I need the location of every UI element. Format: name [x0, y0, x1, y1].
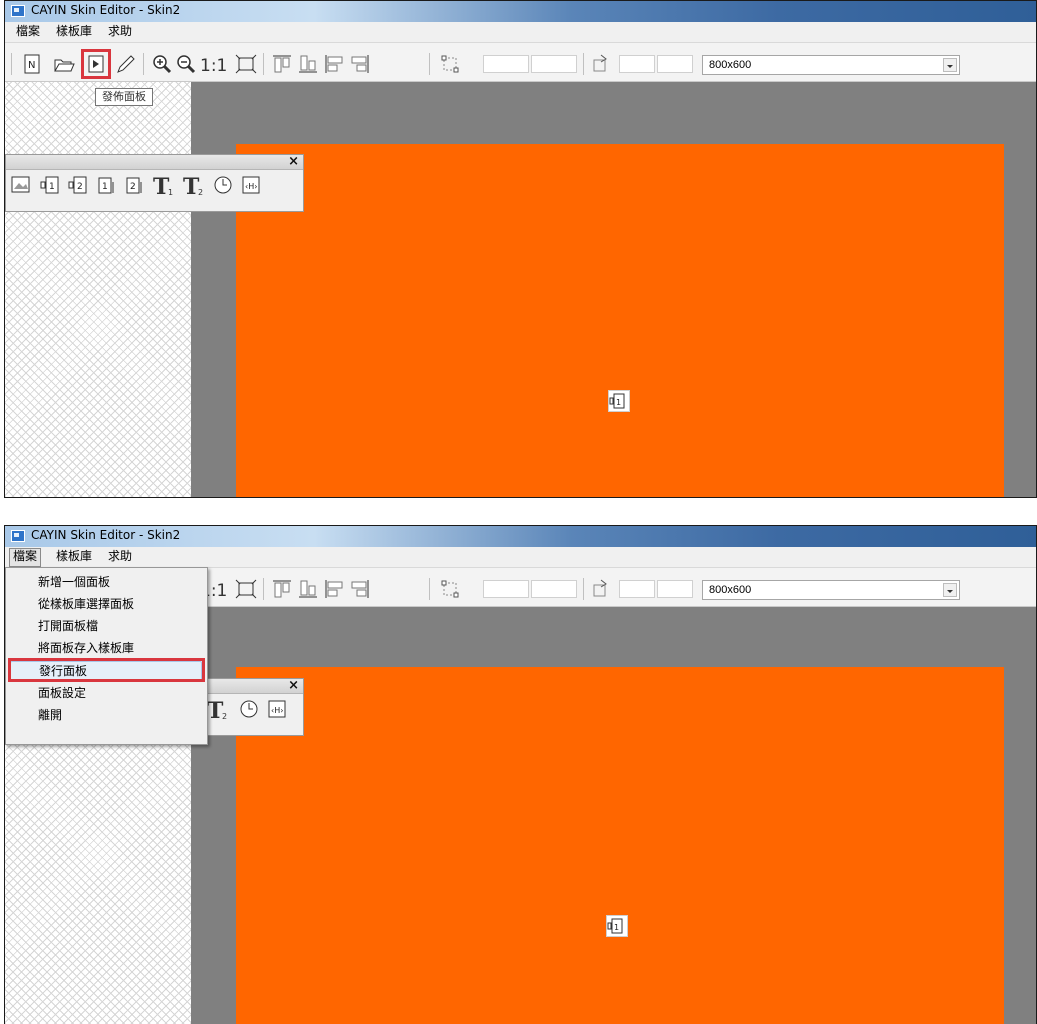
- element-palette: × 1 2 1 2 T1 T2 ‹H›: [5, 154, 304, 212]
- menu-file[interactable]: 檔案: [9, 548, 42, 567]
- file-menu-from-library[interactable]: 從樣板庫選擇面板: [38, 594, 134, 614]
- video2-icon[interactable]: 2: [68, 174, 90, 196]
- svg-text:2: 2: [198, 188, 203, 196]
- screenshot-file-menu: CAYIN Skin Editor - Skin2 檔案 樣板庫 求助 1:1: [4, 525, 1037, 1024]
- svg-text:N: N: [28, 60, 35, 71]
- text1-icon[interactable]: T1: [152, 174, 178, 200]
- svg-text:1: 1: [168, 188, 173, 196]
- actual-size-icon[interactable]: 1:1: [199, 53, 231, 75]
- zoom-out-icon[interactable]: [175, 53, 197, 75]
- svg-text:‹H›: ‹H›: [245, 182, 257, 191]
- clock-icon[interactable]: [238, 698, 260, 720]
- text2-icon[interactable]: T2: [206, 698, 232, 724]
- palette-icons: 1 2 1 2 T1 T2 ‹H›: [6, 170, 303, 211]
- align-top-icon[interactable]: [271, 578, 293, 600]
- skin-canvas[interactable]: [236, 144, 1004, 497]
- flash-icon[interactable]: ‹H›: [240, 174, 262, 196]
- skin-canvas[interactable]: [236, 667, 1004, 1024]
- screenshot-toolbar-publish: CAYIN Skin Editor - Skin2 檔案 樣板庫 求助 N 1:…: [4, 0, 1037, 498]
- resize-icon[interactable]: [439, 53, 461, 75]
- open-icon[interactable]: [53, 53, 75, 75]
- menu-bar: 檔案 樣板庫 求助: [5, 22, 1036, 43]
- title-bar: CAYIN Skin Editor - Skin2: [5, 1, 1036, 22]
- align-right-icon[interactable]: [349, 578, 371, 600]
- workspace: 1: [5, 82, 1036, 497]
- resize-icon[interactable]: [439, 578, 461, 600]
- fit-window-icon[interactable]: [235, 53, 257, 75]
- media-zone-video1-icon[interactable]: 1: [606, 915, 628, 937]
- palette-icons: T2 ‹H›: [196, 694, 303, 735]
- publish-tooltip: 發佈面板: [95, 88, 153, 106]
- menu-help[interactable]: 求助: [105, 548, 135, 565]
- zoom-in-icon[interactable]: [151, 53, 173, 75]
- align-left-icon[interactable]: [323, 53, 345, 75]
- align-right-icon[interactable]: [349, 53, 371, 75]
- svg-text:2: 2: [130, 182, 136, 192]
- resolution-select[interactable]: 800x600: [702, 55, 960, 75]
- file-menu-save-to-library[interactable]: 將面板存入樣板庫: [38, 638, 134, 658]
- svg-text:1: 1: [49, 182, 55, 192]
- text2-icon[interactable]: T2: [182, 174, 208, 200]
- rotate-icon[interactable]: [589, 578, 611, 600]
- file-menu-exit[interactable]: 離開: [38, 705, 62, 725]
- file-menu-settings[interactable]: 面板設定: [38, 683, 86, 703]
- media-zone-video1-icon[interactable]: 1: [608, 390, 630, 412]
- align-bottom-icon[interactable]: [297, 578, 319, 600]
- main-toolbar: N 1:1 800x600: [5, 43, 1036, 82]
- svg-text:1: 1: [616, 398, 621, 407]
- align-bottom-icon[interactable]: [297, 53, 319, 75]
- menu-library[interactable]: 樣板庫: [53, 548, 95, 565]
- file-menu-new[interactable]: 新增一個面板: [38, 572, 110, 592]
- flash-icon[interactable]: ‹H›: [266, 698, 288, 720]
- clock-icon[interactable]: [212, 174, 234, 196]
- publish-highlight: [81, 49, 111, 79]
- rotate-icon[interactable]: [589, 53, 611, 75]
- app-icon: [11, 530, 25, 542]
- resolution-select[interactable]: 800x600: [702, 580, 960, 600]
- chevron-down-icon[interactable]: [943, 583, 957, 597]
- video1-icon[interactable]: 1: [40, 174, 62, 196]
- palette-header: ×: [196, 679, 303, 694]
- svg-text:2: 2: [77, 182, 83, 192]
- fit-window-icon[interactable]: [235, 578, 257, 600]
- publish-menu-highlight: [8, 658, 205, 682]
- palette-close-icon[interactable]: ×: [288, 679, 299, 692]
- svg-text:‹H›: ‹H›: [271, 706, 283, 715]
- file-menu-dropdown: 新增一個面板 從樣板庫選擇面板 打開面板檔 將面板存入樣板庫 發行面板 面板設定…: [5, 567, 208, 745]
- menu-help[interactable]: 求助: [105, 23, 135, 40]
- file-menu-open[interactable]: 打開面板檔: [38, 616, 98, 636]
- workspace-margin: [5, 82, 191, 497]
- menu-file[interactable]: 檔案: [13, 23, 43, 40]
- app-icon: [11, 5, 25, 17]
- resolution-value: 800x600: [709, 584, 752, 596]
- svg-text:2: 2: [222, 712, 227, 720]
- menu-bar: 檔案 樣板庫 求助: [5, 547, 1036, 568]
- svg-text:1: 1: [102, 182, 108, 192]
- menu-library[interactable]: 樣板庫: [53, 23, 95, 40]
- media2-icon[interactable]: 2: [124, 174, 146, 196]
- image-icon[interactable]: [10, 174, 32, 196]
- pencil-icon[interactable]: [115, 53, 137, 75]
- align-left-icon[interactable]: [323, 578, 345, 600]
- svg-text:1: 1: [614, 923, 619, 932]
- resolution-value: 800x600: [709, 59, 752, 71]
- window-title: CAYIN Skin Editor - Skin2: [31, 528, 181, 542]
- chevron-down-icon[interactable]: [943, 58, 957, 72]
- title-bar: CAYIN Skin Editor - Skin2: [5, 526, 1036, 547]
- palette-close-icon[interactable]: ×: [288, 155, 299, 168]
- new-icon[interactable]: N: [21, 53, 43, 75]
- element-palette: × T2 ‹H›: [195, 678, 304, 736]
- svg-text:1:1: 1:1: [200, 56, 227, 75]
- palette-header: ×: [6, 155, 303, 170]
- media1-icon[interactable]: 1: [96, 174, 118, 196]
- align-top-icon[interactable]: [271, 53, 293, 75]
- window-title: CAYIN Skin Editor - Skin2: [31, 3, 181, 17]
